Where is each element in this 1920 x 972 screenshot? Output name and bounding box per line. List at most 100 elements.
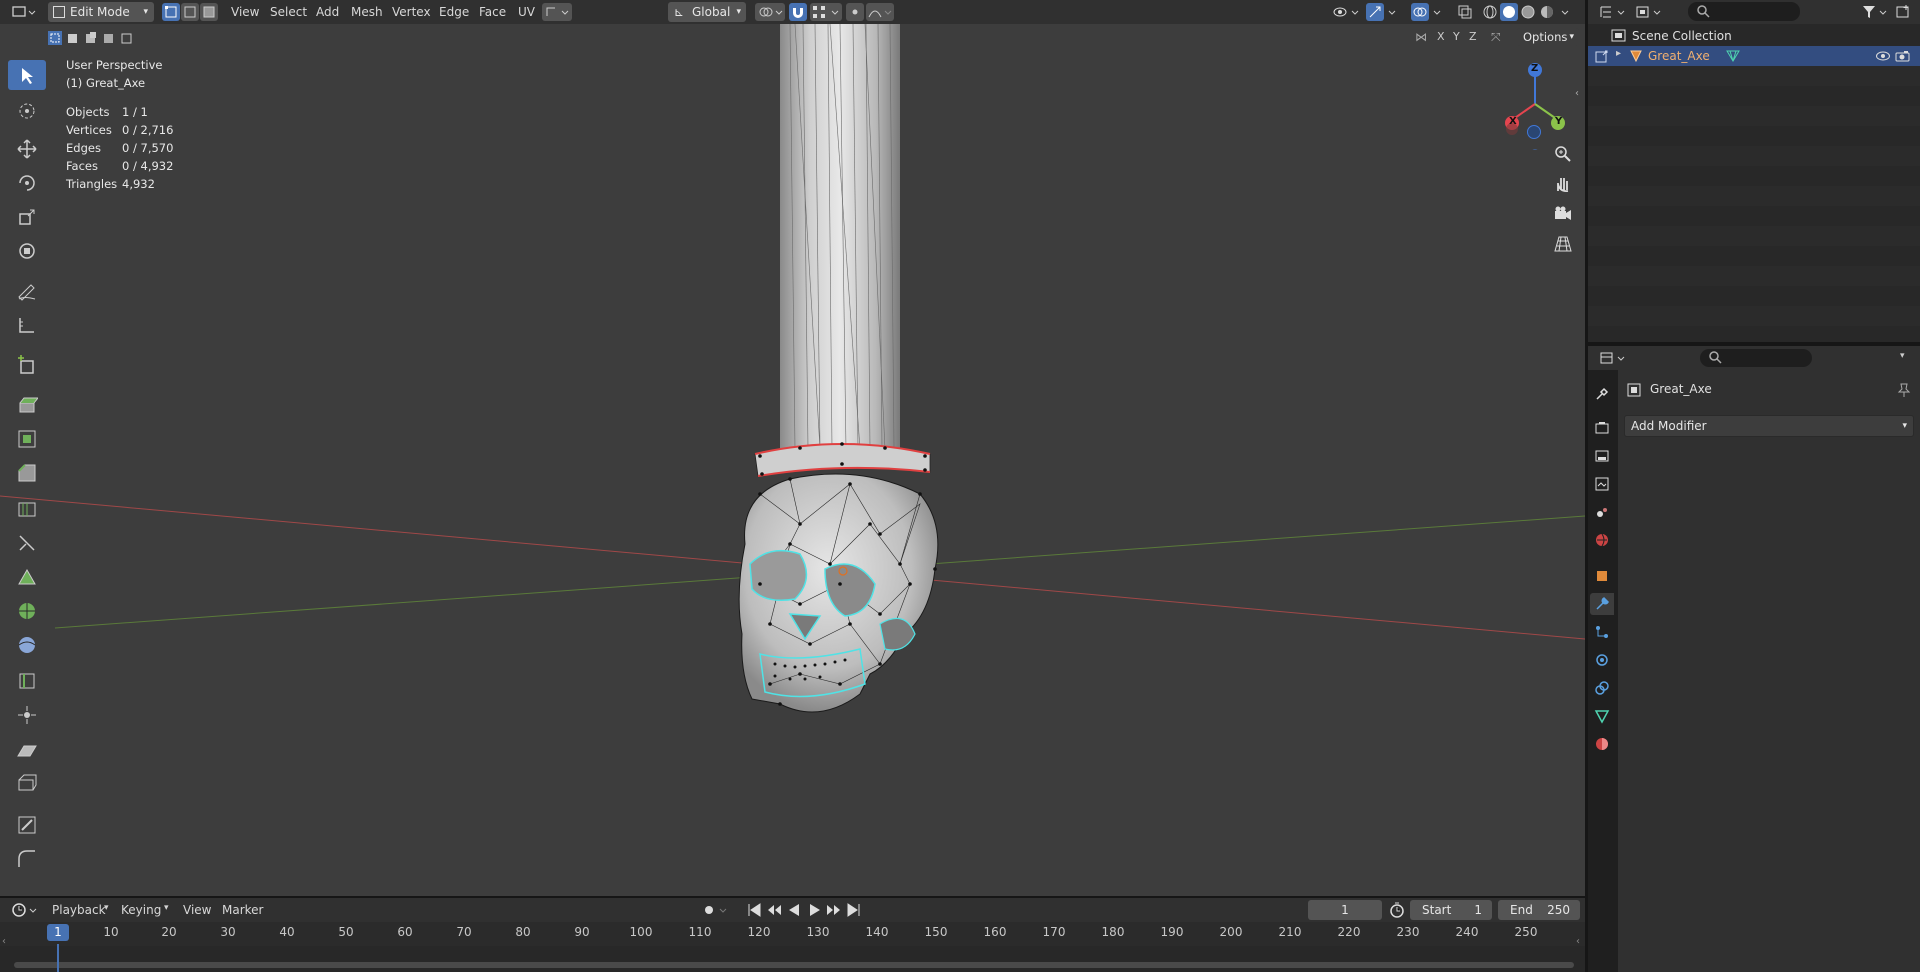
menu-mesh[interactable]: Mesh [351,4,383,20]
new-collection-button[interactable] [1894,3,1912,21]
smooth-tool[interactable] [8,630,46,660]
overlays-dropdown[interactable] [1430,3,1446,21]
spin-tool[interactable] [8,596,46,626]
area-divider[interactable] [0,896,1585,898]
sidebar-toggle-icon[interactable]: ‹ [1575,88,1579,99]
gizmo-toggle-button[interactable] [1366,3,1384,21]
face-select-button[interactable] [200,3,218,21]
menu-select[interactable]: Select [270,4,307,20]
outliner-row-object[interactable]: ▸ Great_Axe [1588,46,1920,66]
output-tab-icon[interactable] [1590,445,1614,467]
menu-marker[interactable]: Marker [222,902,263,918]
menu-timeline-view[interactable]: View [183,902,211,918]
shading-dropdown[interactable] [1558,3,1574,21]
solid-shading-button[interactable] [1500,3,1518,21]
next-keyframe-button[interactable] [825,901,843,919]
auto-merge-icon[interactable]: ⤧ [1491,30,1501,45]
data-tab-icon[interactable] [1590,705,1614,727]
select-box-tool[interactable] [8,60,46,90]
gizmo-dropdown[interactable] [1385,3,1401,21]
menu-view[interactable]: View [231,4,259,20]
view-layer-tab-icon[interactable] [1590,473,1614,495]
snap-toggle-button[interactable] [789,3,807,21]
options-dropdown[interactable]: Options ▾ [1517,28,1579,46]
outliner-editor-type-button[interactable] [1598,3,1628,21]
world-tab-icon[interactable] [1590,529,1614,551]
menu-playback[interactable]: Playback [52,902,106,918]
play-button[interactable] [805,901,823,919]
scene-tab-icon[interactable] [1590,501,1614,523]
shear-tool[interactable] [8,734,46,764]
stopwatch-icon[interactable] [1388,901,1406,919]
expand-arrow-icon[interactable]: ▸ [1616,48,1621,59]
start-frame-field[interactable]: Start 1 [1410,900,1492,920]
edge-slide-tool[interactable] [8,666,46,696]
editor-type-button[interactable] [10,3,36,21]
jump-end-button[interactable] [845,901,863,919]
timeline-left-arrow[interactable]: ‹ [2,936,6,947]
material-tab-icon[interactable] [1590,733,1614,755]
loop-cut-tool[interactable] [8,494,46,524]
end-frame-field[interactable]: End 250 [1498,900,1580,920]
object-tab-icon[interactable] [1590,565,1614,587]
corner-tool[interactable] [8,844,46,874]
modifier-tab-icon[interactable] [1590,593,1614,615]
uv-sync-dropdown[interactable] [542,3,572,21]
jump-start-button[interactable] [745,901,763,919]
rendered-shading-button[interactable] [1538,3,1556,21]
physics-tab-icon[interactable] [1590,649,1614,671]
timeline-scrollbar[interactable] [14,962,1574,968]
proportional-edit-button[interactable] [846,3,864,21]
3d-viewport[interactable]: User Perspective (1) Great_Axe Objects 1… [0,24,1585,896]
outliner-search-input[interactable] [1688,2,1800,21]
mirror-y-toggle[interactable]: Y [1453,30,1460,43]
add-modifier-dropdown[interactable]: Add Modifier ▾ [1624,415,1914,437]
auto-keying-button[interactable] [700,901,730,919]
cursor-tool[interactable] [8,96,46,126]
area-divider[interactable] [1585,0,1588,972]
menu-edge[interactable]: Edge [439,4,469,20]
material-shading-button[interactable] [1519,3,1537,21]
zoom-icon[interactable] [1553,144,1573,164]
knife-tool[interactable] [8,528,46,558]
particles-tab-icon[interactable] [1590,621,1614,643]
menu-uv[interactable]: UV [518,4,535,20]
chevron-down-icon[interactable]: ▾ [1900,351,1905,361]
gizmo-negative-z[interactable] [1527,125,1541,139]
rotate-tool[interactable] [8,168,46,198]
area-divider[interactable] [1588,342,1920,346]
menu-vertex[interactable]: Vertex [392,4,431,20]
xray-toggle-button[interactable] [1456,3,1474,21]
proportional-falloff-dropdown[interactable] [866,3,894,21]
visibility-dropdown[interactable] [1330,3,1362,21]
timeline-editor-type-button[interactable] [10,901,40,919]
filter-dropdown[interactable] [1860,3,1890,21]
mode-dropdown[interactable]: Edit Mode ▾ [48,2,154,22]
tool-tab-icon[interactable] [1590,383,1614,405]
menu-keying[interactable]: Keying [121,902,161,918]
properties-search-input[interactable] [1700,349,1812,367]
mirror-options-icon[interactable]: ⋈ [1415,30,1427,44]
vertex-select-button[interactable] [162,3,180,21]
edge-select-button[interactable] [181,3,199,21]
pivot-point-dropdown[interactable] [755,3,785,21]
properties-editor-type-button[interactable] [1598,349,1628,367]
mirror-z-toggle[interactable]: Z [1469,30,1477,43]
menu-face[interactable]: Face [479,4,506,20]
bevel-tool[interactable] [8,458,46,488]
poly-build-tool[interactable] [8,562,46,592]
extrude-tool[interactable] [8,390,46,420]
overlays-toggle-button[interactable] [1411,3,1429,21]
display-mode-dropdown[interactable] [1634,3,1664,21]
play-reverse-button[interactable] [785,901,803,919]
measure-tool[interactable] [8,310,46,340]
timeline-right-arrow[interactable]: ‹ [1576,936,1580,947]
wireframe-shading-button[interactable] [1481,3,1499,21]
transform-orientation-dropdown[interactable]: ⊾ Global ▾ [668,2,746,22]
outliner-row-collection[interactable]: Scene Collection [1588,26,1920,46]
shrink-fatten-tool[interactable] [8,700,46,730]
transform-tool[interactable] [8,236,46,266]
scale-tool[interactable] [8,202,46,232]
add-cube-tool[interactable] [8,350,46,380]
constraints-tab-icon[interactable] [1590,677,1614,699]
